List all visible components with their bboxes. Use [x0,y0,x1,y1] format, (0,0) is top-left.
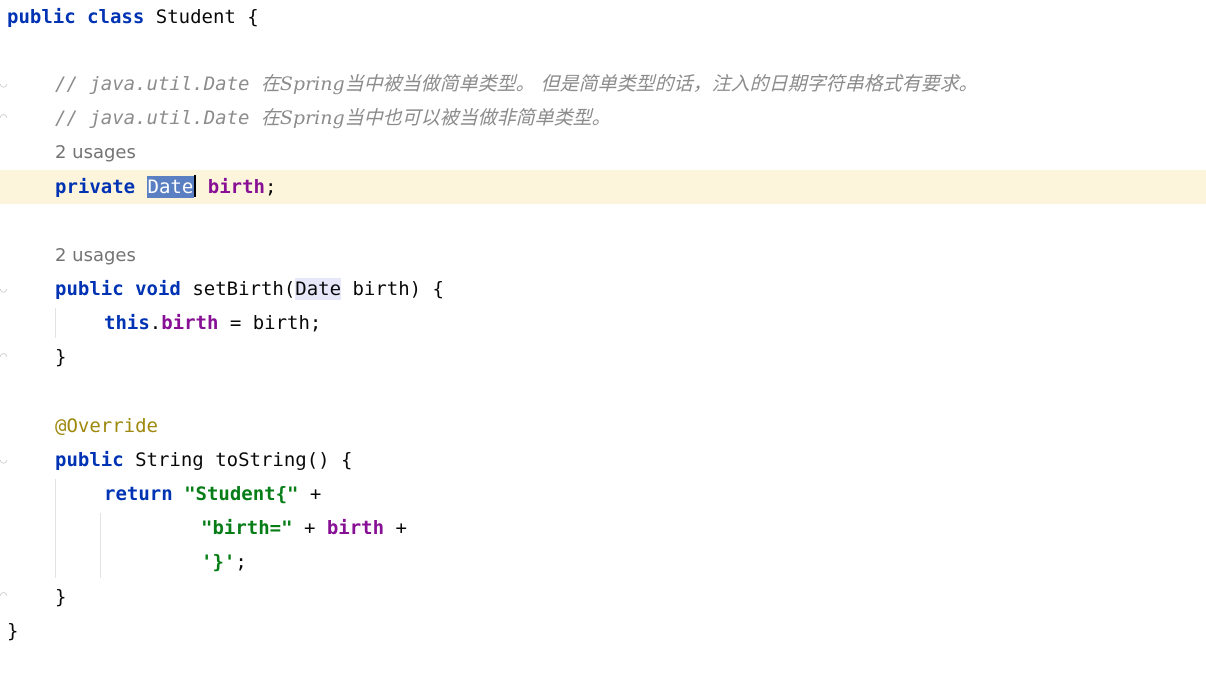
param-rest: birth) { [341,278,444,300]
code-line-setter-body[interactable]: this.birth = birth; [0,306,1206,340]
dot: . [149,312,162,334]
string-literal: "Student{" [184,483,299,505]
comment-text: 在Spring当中也可以被当做非简单类型。 [260,107,611,129]
keyword-return: return [104,483,173,505]
code-line-setter-decl[interactable]: public void setBirth(Date birth) { [0,272,1206,306]
field-name: birth [207,176,265,198]
close-brace: } [7,620,19,642]
code-line-tostring-close[interactable]: } [0,580,1206,614]
semicolon: ; [264,176,277,198]
return-type: String [135,449,204,471]
field-ref: birth [326,517,385,539]
code-line-comment-1[interactable]: // java.util.Date 在Spring当中被当做简单类型。 但是简单… [0,67,1206,101]
param-type-date: Date [295,278,342,300]
plus-operator: + [384,517,407,539]
class-name: Student [155,6,236,28]
code-line-concat-birth[interactable]: "birth=" + birth + [0,511,1206,545]
code-line-field[interactable]: private Date birth; [0,170,1206,204]
string-literal: "birth=" [201,517,293,539]
code-line-annotation[interactable]: @Override [0,409,1206,443]
keyword-private: private [55,176,136,198]
selected-type-date[interactable]: Date [146,176,195,198]
char-literal: '}' [201,551,236,573]
code-line-class-close[interactable]: } [0,614,1206,648]
usages-hint[interactable]: 2 usages [55,239,136,273]
plus-operator: + [298,483,322,505]
keyword-class: class [87,6,145,28]
method-name: toString() { [215,449,353,471]
close-brace: } [55,586,67,608]
indent-guide [55,479,56,578]
code-line-return[interactable]: return "Student{" + [0,477,1206,511]
code-line-tostring-decl[interactable]: public String toString() { [0,443,1206,477]
code-line-setter-close[interactable]: } [0,340,1206,374]
keyword-public: public [7,6,76,28]
method-name: setBirth( [192,278,296,300]
open-brace: { [247,6,259,28]
code-line-comment-2[interactable]: // java.util.Date 在Spring当中也可以被当做非简单类型。 [0,101,1206,135]
comment-prefix: // java.util.Date [55,107,261,129]
comment-text: 在Spring当中被当做简单类型。 但是简单类型的话，注入的日期字符串格式有要求… [260,73,978,95]
keyword-public: public [55,278,124,300]
usages-hint[interactable]: 2 usages [55,136,136,170]
assignment: = birth; [218,312,322,334]
close-brace: } [55,346,67,368]
indent-guide [100,513,101,578]
code-line-class-decl[interactable]: public class Student { [0,0,1206,34]
semicolon: ; [235,551,247,573]
keyword-this: this [104,312,150,334]
keyword-public: public [55,449,124,471]
text-caret [194,175,197,197]
keyword-void: void [135,278,181,300]
comment-prefix: // java.util.Date [55,73,261,95]
indent-guide [55,308,56,338]
override-annotation: @Override [55,415,158,437]
code-line-concat-close[interactable]: '}'; [0,545,1206,579]
plus-operator: + [292,517,327,539]
field-ref: birth [161,312,219,334]
